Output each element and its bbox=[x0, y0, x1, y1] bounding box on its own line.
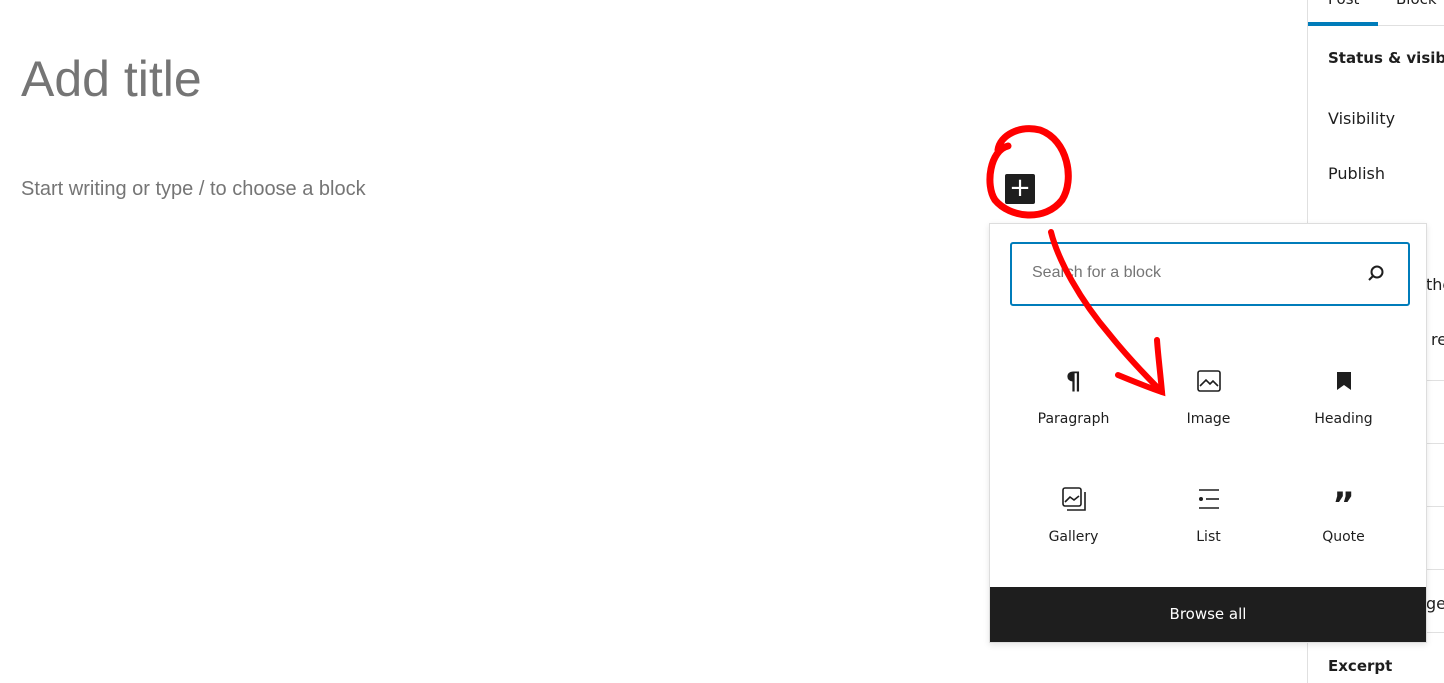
block-quote[interactable]: ” Quote bbox=[1276, 485, 1411, 545]
sidebar-text-fragment: ge bbox=[1426, 594, 1444, 613]
visibility-label: Visibility bbox=[1328, 109, 1396, 128]
block-image[interactable]: Image bbox=[1141, 367, 1276, 427]
block-label: Image bbox=[1186, 411, 1231, 427]
search-icon bbox=[1366, 264, 1386, 288]
block-label: Quote bbox=[1322, 529, 1365, 545]
paragraph-icon: ¶ bbox=[1065, 367, 1082, 395]
tab-block[interactable]: Block bbox=[1396, 0, 1437, 8]
block-label: Paragraph bbox=[1037, 411, 1110, 427]
block-inserter-popover: ¶ Paragraph Image Heading Gallery List ”… bbox=[989, 223, 1427, 643]
sidebar-text-fragment: the bbox=[1426, 275, 1444, 294]
status-visibility-panel-toggle[interactable]: Status & visibilit bbox=[1328, 49, 1444, 67]
block-paragraph[interactable]: ¶ Paragraph bbox=[1006, 367, 1141, 427]
post-title-input[interactable]: Add title bbox=[21, 50, 202, 108]
sidebar-text-fragment: re bbox=[1431, 330, 1444, 349]
quote-icon: ” bbox=[1332, 485, 1355, 525]
bookmark-icon bbox=[1276, 367, 1411, 395]
excerpt-panel-toggle[interactable]: Excerpt bbox=[1328, 657, 1392, 675]
list-icon bbox=[1141, 485, 1276, 513]
image-icon bbox=[1141, 367, 1276, 395]
tab-post[interactable]: Post bbox=[1308, 0, 1378, 26]
block-list[interactable]: List bbox=[1141, 485, 1276, 545]
add-block-button[interactable]: + bbox=[1005, 174, 1035, 204]
publish-label: Publish bbox=[1328, 164, 1386, 183]
block-label: List bbox=[1196, 529, 1221, 545]
paragraph-block-placeholder[interactable]: Start writing or type / to choose a bloc… bbox=[21, 178, 366, 201]
sidebar-tabs: Post Block bbox=[1308, 0, 1444, 26]
block-heading[interactable]: Heading bbox=[1276, 367, 1411, 427]
plus-icon: + bbox=[1009, 173, 1031, 203]
browse-all-button[interactable]: Browse all bbox=[990, 587, 1426, 642]
block-label: Gallery bbox=[1048, 529, 1099, 545]
block-search bbox=[1010, 242, 1410, 306]
gallery-icon bbox=[1006, 485, 1141, 513]
block-gallery[interactable]: Gallery bbox=[1006, 485, 1141, 545]
block-label: Heading bbox=[1314, 411, 1373, 427]
block-search-input[interactable] bbox=[1032, 264, 1352, 282]
